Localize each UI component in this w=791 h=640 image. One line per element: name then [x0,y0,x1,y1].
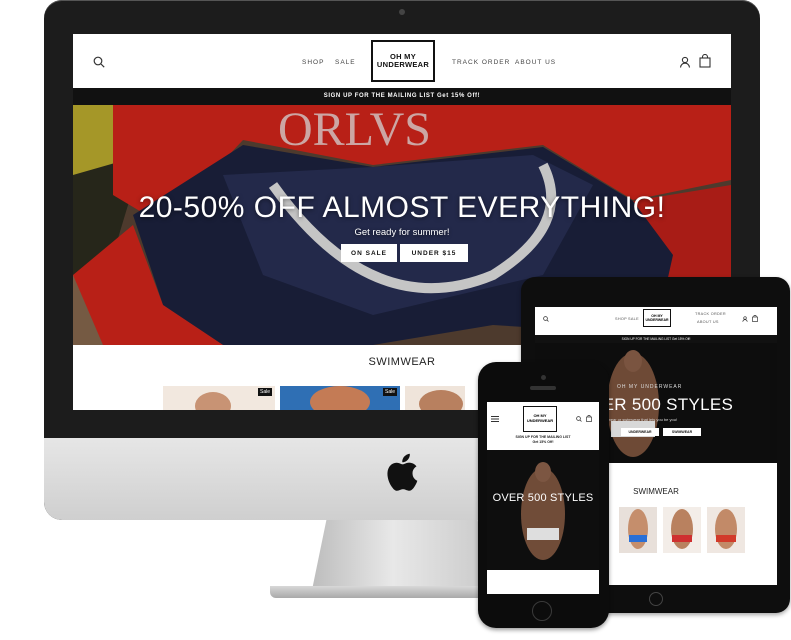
nav-track-order[interactable]: TRACK ORDER [452,59,510,66]
device-mockup: SHOP SALE OH MY UNDERWEAR TRACK ORDER AB… [0,0,791,640]
underwear-button[interactable]: UNDERWEAR [621,428,659,436]
on-sale-button[interactable]: ON SALE [341,244,397,262]
phone-camera [541,375,546,380]
product-thumb[interactable]: Sale [163,386,275,410]
nav-about-us[interactable]: ABOUT US [515,59,556,66]
announcement-bar[interactable]: SIGN UP FOR THE MAILING LIST Get 15% Off… [535,335,777,343]
sale-badge: Sale [382,388,397,396]
imac-camera [399,9,405,15]
search-icon[interactable] [93,56,105,68]
cart-icon[interactable] [699,54,711,68]
phone-speaker [530,386,556,390]
logo-line-2: UNDERWEAR [645,318,669,322]
nav-shop[interactable]: SHOP [615,317,627,321]
menu-icon[interactable] [491,416,499,422]
nav-sale[interactable]: SALE [628,317,639,321]
cart-icon[interactable] [586,415,592,422]
hero-title: 20-50% OFF ALMOST EVERYTHING! [138,191,666,224]
product-card[interactable] [619,507,657,553]
announcement-line-2: Get 15% Off! [532,440,554,444]
hero-image [487,450,599,570]
product-card[interactable] [707,507,745,553]
apple-logo-icon [387,453,418,491]
phone-home-button [532,601,552,621]
nav-shop[interactable]: SHOP [302,59,324,66]
hero-banner[interactable]: OVER 500 STYLES [487,450,599,570]
announcement-bar[interactable]: SIGN UP FOR THE MAILING LIST Get 15% Off… [487,435,599,445]
hero-title: OVER 500 STYLES [492,492,594,504]
logo-line-2: UNDERWEAR [526,418,554,423]
hero-brand: OH MY UNDERWEAR [617,384,683,390]
product-card[interactable] [663,507,701,553]
site-header: SHOP SALE OH MY UNDERWEAR TRACK ORDER AB… [73,34,731,88]
announcement-bar[interactable]: SIGN UP FOR THE MAILING LIST Get 15% Off… [73,88,731,105]
account-icon[interactable] [742,316,748,322]
tablet-home-button [649,592,663,606]
product-thumb[interactable] [405,386,465,410]
search-icon[interactable] [576,416,582,422]
swimwear-button[interactable]: SWIMWEAR [663,428,701,436]
product-image [715,509,737,549]
product-image [419,390,463,410]
cart-icon[interactable] [752,315,758,322]
sale-badge: Sale [257,388,272,396]
hero-title: VER 500 STYLES [591,395,734,414]
site-logo[interactable]: OH MY UNDERWEAR [643,309,671,327]
hero-subtitle: Get ready for summer! [354,227,450,238]
nav-track-order[interactable]: TRACK ORDER [695,312,726,316]
site-logo[interactable]: OH MY UNDERWEAR [523,406,557,432]
product-thumb[interactable]: Sale [280,386,400,410]
product-image [671,509,693,549]
logo-line-2: UNDERWEAR [376,60,430,69]
nav-sale[interactable]: SALE [335,59,356,66]
imac-stand [312,520,492,590]
under-15-button[interactable]: UNDER $15 [400,244,468,262]
product-image [628,509,648,549]
site-logo[interactable]: OH MY UNDERWEAR [371,40,435,82]
phone-screen: OH MY UNDERWEAR SIGN UP FOR THE MAILING … [487,402,599,594]
nav-about-us[interactable]: ABOUT US [697,320,719,324]
search-icon[interactable] [543,316,549,322]
account-icon[interactable] [679,56,691,68]
